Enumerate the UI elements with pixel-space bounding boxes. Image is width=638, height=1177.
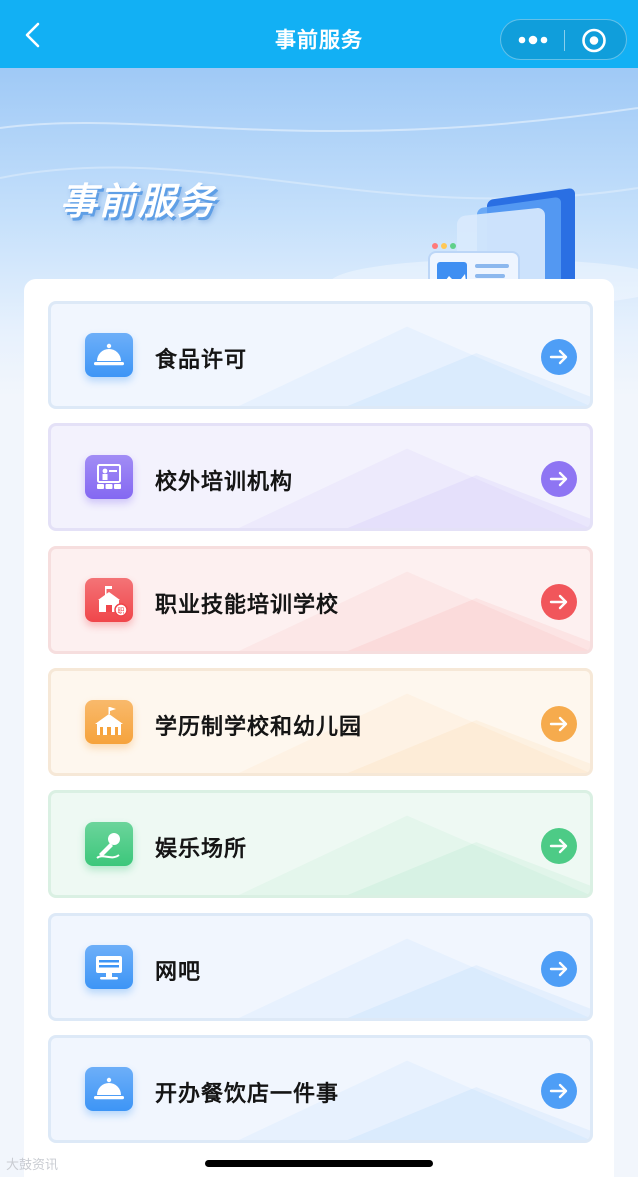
target-close-icon: [582, 28, 606, 53]
food-cloche-icon: [94, 1077, 124, 1099]
arrow-right-icon: [549, 594, 568, 609]
arrow-right-button[interactable]: [541, 461, 577, 498]
arrow-right-button[interactable]: [541, 950, 577, 987]
arrow-right-icon: [549, 472, 568, 487]
microphone-icon: [96, 833, 120, 860]
service-icon-tile: [85, 699, 133, 744]
arrow-right-icon: [549, 716, 568, 732]
service-card-label: 职业技能培训学校: [155, 592, 340, 618]
close-miniprogram-button[interactable]: [579, 27, 609, 54]
service-card-label: 学历制学校和幼儿园: [155, 714, 363, 740]
arrow-right-button[interactable]: [541, 339, 577, 375]
service-card-label: 娱乐场所: [155, 837, 248, 863]
service-icon-tile: [85, 1066, 133, 1111]
service-card-label: 校外培训机构: [155, 470, 294, 496]
service-icon-tile: [85, 822, 133, 867]
food-cloche-icon: [94, 343, 124, 366]
arrow-right-icon: [549, 1083, 568, 1098]
mini-program-capsule: [500, 19, 627, 60]
service-card[interactable]: 学历制学校和幼儿园: [48, 667, 593, 776]
desktop-computer-icon: [96, 955, 122, 979]
service-card[interactable]: 娱乐场所: [48, 790, 593, 899]
service-icon-tile: [85, 944, 133, 989]
vocational-school-icon: 职: [98, 585, 128, 617]
arrow-right-icon: [549, 961, 568, 976]
arrow-right-button[interactable]: [541, 705, 577, 742]
service-icon-tile: [85, 455, 133, 500]
school-building-icon: [95, 706, 123, 735]
service-card-label: 开办餐饮店一件事: [155, 1081, 340, 1107]
service-card-label: 食品许可: [155, 348, 248, 373]
more-dots-icon: [518, 35, 548, 45]
service-icon-tile: [85, 333, 133, 377]
classroom-icon: [97, 464, 121, 490]
arrow-right-button[interactable]: [541, 583, 577, 620]
top-navigation-bar: 事前服务: [0, 0, 638, 68]
service-card[interactable]: 开办餐饮店一件事: [48, 1034, 593, 1143]
service-card[interactable]: 食品许可: [48, 301, 593, 409]
svg-text:职: 职: [118, 607, 125, 615]
service-card[interactable]: 网吧: [48, 912, 593, 1021]
service-card[interactable]: 职 职业技能培训学校: [48, 545, 593, 654]
service-card[interactable]: 校外培训机构: [48, 423, 593, 532]
service-icon-tile: 职: [85, 577, 133, 622]
more-button[interactable]: [511, 24, 555, 56]
service-card-label: 网吧: [155, 959, 202, 985]
arrow-right-icon: [549, 838, 568, 854]
home-indicator: [205, 1160, 433, 1167]
arrow-right-icon: [549, 349, 568, 365]
watermark-text: 大鼓资讯: [6, 1158, 59, 1173]
arrow-right-button[interactable]: [541, 828, 577, 865]
capsule-divider: [564, 30, 565, 51]
arrow-right-button[interactable]: [541, 1072, 577, 1109]
hero-title: 事前服务: [60, 179, 216, 223]
